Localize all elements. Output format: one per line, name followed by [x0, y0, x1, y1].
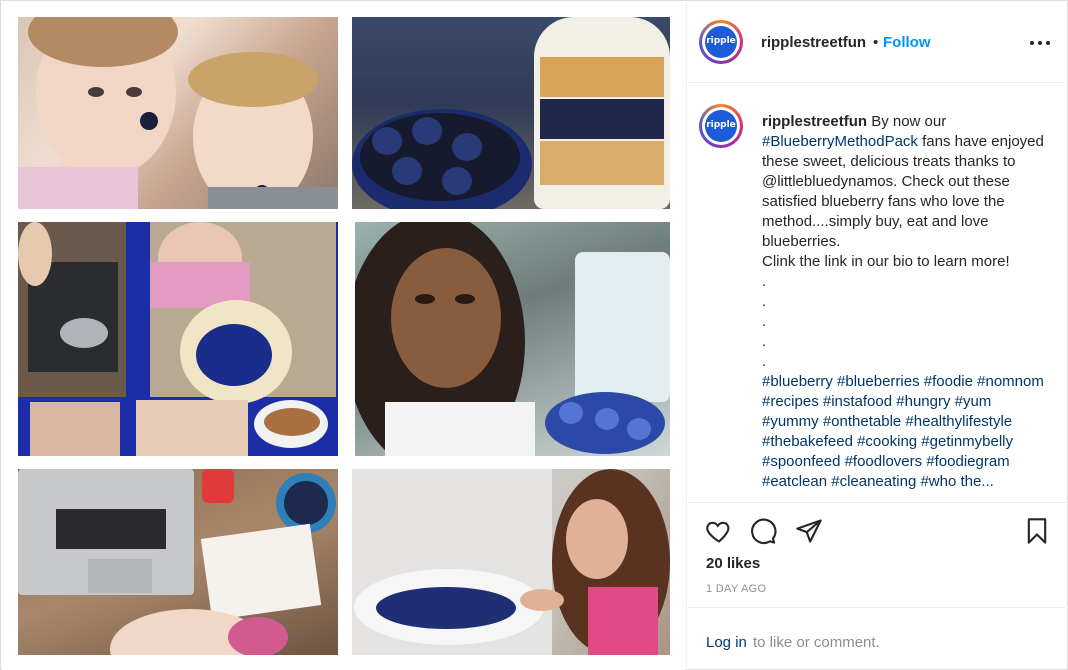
bookmark-icon[interactable]	[1023, 517, 1051, 545]
ripple-logo: ripple	[705, 26, 737, 58]
caption-text-body: fans have enjoyed these sweet, delicious…	[762, 133, 1044, 370]
login-prompt-text: to like or comment.	[753, 634, 880, 651]
login-prompt: Log in to like or comment.	[687, 607, 1068, 670]
photo-woman-blueberry-container	[355, 222, 670, 456]
avatar[interactable]: ripple	[699, 20, 743, 64]
post-sidebar: ripple ripplestreetfun • Follow ripple r…	[686, 2, 1068, 670]
caption-text-intro: By now our	[871, 113, 947, 130]
share-icon[interactable]	[795, 517, 823, 545]
hashtag-link[interactable]: #BlueberryMethodPack	[762, 133, 918, 150]
follow-button[interactable]: Follow	[883, 34, 931, 51]
caption-username[interactable]: ripplestreetfun	[762, 113, 867, 130]
post-timestamp[interactable]: 1 DAY AGO	[706, 583, 766, 595]
post-actions: 20 likes 1 DAY AGO Log in to like or com…	[687, 502, 1068, 670]
post-header: ripple ripplestreetfun • Follow	[687, 2, 1068, 83]
caption-avatar[interactable]: ripple	[699, 104, 743, 148]
instagram-post: ripple ripplestreetfun • Follow ripple r…	[0, 0, 1068, 670]
photo-child-drawing-laptop	[18, 469, 338, 655]
comment-icon[interactable]	[749, 517, 777, 545]
hashtag-list[interactable]: #blueberry #blueberries #foodie #nomnom …	[762, 373, 1048, 490]
heart-icon[interactable]	[705, 517, 733, 545]
photo-kids-pancakes-collage	[18, 222, 338, 456]
likes-count[interactable]: 20 likes	[706, 555, 760, 572]
login-link[interactable]: Log in	[706, 634, 747, 651]
ripple-logo: ripple	[705, 110, 737, 142]
more-options-icon[interactable]	[1030, 32, 1050, 52]
username-link[interactable]: ripplestreetfun	[761, 34, 866, 51]
photo-kids-eating-blueberries	[18, 17, 338, 209]
photo-girl-plate-blueberries	[352, 469, 670, 655]
post-caption: ripplestreetfun By now our #BlueberryMet…	[762, 112, 1052, 492]
separator-dot: •	[873, 34, 879, 51]
post-image-collage[interactable]	[2, 2, 685, 670]
photo-blueberry-bowl-parfait	[352, 17, 670, 209]
comments-area[interactable]: ripple ripplestreetfun By now our #Blueb…	[687, 84, 1068, 502]
